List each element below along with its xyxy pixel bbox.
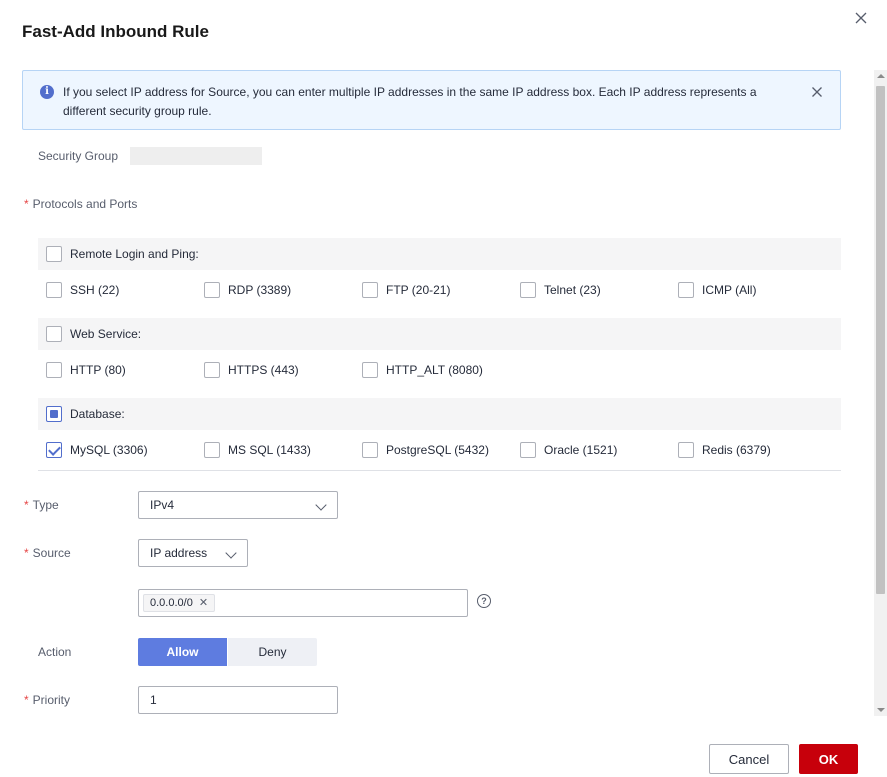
ok-button[interactable]: OK (799, 744, 858, 774)
checkbox[interactable] (362, 282, 378, 298)
option-https[interactable]: HTTPS (443) (204, 360, 299, 380)
option-icmp[interactable]: ICMP (All) (678, 280, 756, 300)
checkbox-indeterminate[interactable] (46, 406, 62, 422)
option-redis[interactable]: Redis (6379) (678, 440, 771, 460)
option-http[interactable]: HTTP (80) (46, 360, 126, 380)
ip-tag: 0.0.0.0/0 ✕ (143, 594, 216, 612)
group-web-service (38, 318, 841, 350)
option-ssh[interactable]: SSH (22) (46, 280, 119, 300)
divider (38, 470, 841, 471)
fast-add-inbound-rule-dialog: Fast-Add Inbound Rule i If you select IP… (0, 0, 887, 777)
notice-close-icon[interactable] (810, 85, 824, 99)
checkbox[interactable] (204, 362, 220, 378)
checkbox[interactable] (204, 442, 220, 458)
scroll-up-arrow-icon[interactable] (877, 74, 885, 78)
priority-label: * Priority (24, 693, 71, 707)
security-group-label: Security Group (38, 149, 119, 163)
help-icon[interactable]: ? (477, 594, 491, 608)
scrollbar[interactable] (874, 70, 887, 716)
checkbox[interactable] (46, 246, 62, 262)
checkbox[interactable] (520, 282, 536, 298)
group-web-service-checkbox[interactable]: Web Service: (46, 324, 141, 344)
checkbox[interactable] (46, 326, 62, 342)
type-label: * Type (24, 498, 59, 512)
checkbox[interactable] (520, 442, 536, 458)
scroll-down-arrow-icon[interactable] (877, 708, 885, 712)
group-database (38, 398, 841, 430)
option-telnet[interactable]: Telnet (23) (520, 280, 601, 300)
required-mark: * (24, 197, 29, 211)
action-deny-button[interactable]: Deny (228, 638, 317, 666)
option-rdp[interactable]: RDP (3389) (204, 280, 291, 300)
option-mssql[interactable]: MS SQL (1433) (204, 440, 311, 460)
required-mark: * (24, 498, 29, 512)
dialog-title: Fast-Add Inbound Rule (22, 22, 209, 41)
info-notice: i If you select IP address for Source, y… (22, 70, 841, 130)
action-allow-button[interactable]: Allow (138, 638, 227, 666)
checkbox[interactable] (678, 442, 694, 458)
checkbox[interactable] (46, 282, 62, 298)
checkbox[interactable] (362, 442, 378, 458)
ip-address-input[interactable]: 0.0.0.0/0 ✕ (138, 589, 468, 617)
required-mark: * (24, 693, 29, 707)
group-remote-login-checkbox[interactable]: Remote Login and Ping: (46, 244, 199, 264)
info-icon: i (40, 85, 54, 99)
priority-input[interactable] (138, 686, 338, 714)
type-select[interactable]: IPv4 (138, 491, 338, 519)
required-mark: * (24, 546, 29, 560)
tag-remove-icon[interactable]: ✕ (199, 595, 208, 611)
chevron-down-icon (225, 547, 237, 559)
scroll-thumb[interactable] (876, 86, 885, 594)
checkbox[interactable] (204, 282, 220, 298)
protocols-label: * Protocols and Ports (24, 197, 138, 211)
option-oracle[interactable]: Oracle (1521) (520, 440, 617, 460)
source-select[interactable]: IP address (138, 539, 248, 567)
cancel-button[interactable]: Cancel (709, 744, 789, 774)
checkbox-checked[interactable] (46, 442, 62, 458)
option-mysql[interactable]: MySQL (3306) (46, 440, 148, 460)
source-label: * Source (24, 546, 71, 560)
dialog-body: i If you select IP address for Source, y… (0, 70, 874, 716)
checkbox[interactable] (46, 362, 62, 378)
option-postgresql[interactable]: PostgreSQL (5432) (362, 440, 489, 460)
option-ftp[interactable]: FTP (20-21) (362, 280, 450, 300)
option-http-alt[interactable]: HTTP_ALT (8080) (362, 360, 483, 380)
checkbox[interactable] (362, 362, 378, 378)
chevron-down-icon (315, 499, 327, 511)
security-group-value-redacted (130, 147, 262, 165)
action-label: Action (38, 645, 72, 659)
group-database-checkbox[interactable]: Database: (46, 404, 125, 424)
checkbox[interactable] (678, 282, 694, 298)
close-icon[interactable] (853, 10, 869, 26)
notice-text: If you select IP address for Source, you… (63, 85, 757, 118)
